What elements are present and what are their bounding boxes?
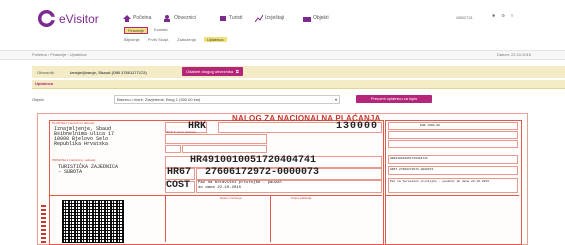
iban-primatelja: HR4910010051720404741 [190, 155, 317, 166]
barcode-side-strip [41, 205, 46, 243]
tab-uplatnica[interactable]: Uplatnica [203, 37, 227, 42]
download-uplatnica-button[interactable]: Preuzmi uplatnicu za ispis [356, 95, 432, 103]
potpis-label: Potpis platitelja [291, 196, 312, 200]
iban-platitelja-field [165, 134, 267, 144]
tab-prvih[interactable]: Prvih Skupl. [148, 37, 169, 42]
iban-platitelja-label: IBAN ili račun platitelja [166, 130, 197, 134]
settings-icon[interactable]: ⚙ [501, 13, 505, 18]
subnav-kontakt[interactable]: Kontakt [154, 27, 168, 34]
bottom-divider [50, 195, 382, 196]
change-obveznik-button[interactable]: Odaberi drugog obveznika ⧉ [182, 67, 243, 76]
stub-amount: EUR 1300,00 [420, 124, 440, 127]
nav-label: Turisti [229, 15, 243, 21]
amount: 130000 [336, 121, 379, 132]
tab-zaduzenja[interactable]: Zaduženja [177, 37, 196, 42]
platitelj-address: Iznajmljenje, Sbaud Bsibnelnima ulica 17… [54, 127, 114, 147]
evisitor-logo-icon [38, 10, 55, 27]
pin-icon[interactable]: ✱ [492, 13, 495, 18]
nav-item-izvjestaji[interactable]: Izvještaji [254, 13, 285, 23]
primatelj-line: - SUBOTA [58, 169, 83, 175]
current-date: Datum: 22.10.2015 [497, 52, 532, 57]
datum-divider [165, 196, 166, 242]
objekt-select-value: Biserno i more, Zavjetrene, Brug 1 (300.… [117, 97, 201, 102]
nav-label: Početna [133, 15, 152, 21]
logo[interactable]: eVisitor [38, 10, 99, 27]
subnav-financije[interactable]: Financije [124, 27, 149, 34]
header-tools[interactable]: ✱ ⚙ ≡ [492, 13, 513, 18]
obveznik-label: Obveznik: [37, 70, 55, 75]
model: HR67 [167, 167, 192, 178]
brand-name: eVisitor [59, 11, 99, 26]
user-code[interactable]: OIB/2721 [456, 15, 473, 20]
poziv-platitelja-field [182, 145, 267, 153]
change-obveznik-label: Odaberi drugog obveznika [186, 69, 233, 74]
stub-opis: Paz na boravišni pristojbe - paushal do … [390, 180, 490, 183]
chevron-down-icon: ▾ [334, 97, 337, 102]
breadcrumb[interactable]: Početna › Financije › Uplatnica [32, 52, 86, 57]
stub-amount-field [388, 122, 518, 130]
poziv-na-broj: 27606172972-0000073 [205, 167, 320, 178]
platitelj-line: Republika Hrvatska [54, 141, 109, 147]
stub-field-3 [388, 140, 518, 148]
stub-bottom-divider [386, 195, 519, 196]
primatelj-label: PRIMATELJ (naziv/ime i adresa): [52, 158, 97, 162]
stub-iban: HR4910010051720404741 [390, 157, 428, 160]
tertiary-nav: Biljezinje Prvih Skupl. Zaduženja Uplatn… [124, 37, 227, 42]
model-platitelja-field [165, 145, 181, 153]
home-icon [123, 14, 131, 22]
nav-item-turisti[interactable]: Turisti [219, 13, 242, 23]
external-link-icon: ⧉ [235, 69, 239, 74]
nav-label: Izvještaji [265, 15, 285, 21]
opis-placanja: Paz na boravišni pristojbe - pauzal do d… [198, 181, 283, 190]
datum-izvrsenja-label: Datum izvršenja [220, 196, 242, 200]
nav-item-objekti[interactable]: Objekti [303, 13, 329, 23]
nav-item-obveznici[interactable]: Obveznici [164, 13, 196, 23]
users-icon [164, 14, 172, 22]
nav-item-pocetna[interactable]: Početna [123, 13, 151, 23]
platitelj-label: PLATITELJ (naziv/ime i adresa): [52, 121, 95, 125]
download-uplatnica-label: Preuzmi uplatnicu za ispis [370, 96, 418, 101]
menu-icon[interactable]: ≡ [511, 13, 513, 18]
nav-label: Obveznici [174, 15, 196, 21]
obveznik-value: Iznajmljivanje, Sbaud (OIB 27661177172) [70, 70, 147, 75]
signature-divider [270, 196, 271, 242]
building-icon [303, 15, 311, 22]
objekt-label: Objekt: [32, 97, 45, 102]
objekt-select[interactable]: Biserno i more, Zavjetrene, Brug 1 (300.… [114, 95, 340, 104]
section-bar [32, 80, 565, 89]
stub-field-2 [388, 131, 518, 139]
sifra-namjene: COST [166, 180, 191, 191]
tourist-icon [219, 15, 227, 22]
subnav: Financije Kontakt [124, 27, 168, 34]
tab-biljezinje[interactable]: Biljezinje [124, 37, 140, 42]
section-title: Uplatnica [35, 81, 54, 86]
stub-poziv: HR67 27606172972-0000073 [390, 168, 434, 171]
barcode-2d [62, 200, 124, 243]
nav-label: Objekti [313, 15, 329, 21]
chart-icon [254, 14, 264, 22]
primatelj-address: TURISTIČKA ZAJEDNICA - SUBOTA [58, 165, 118, 175]
